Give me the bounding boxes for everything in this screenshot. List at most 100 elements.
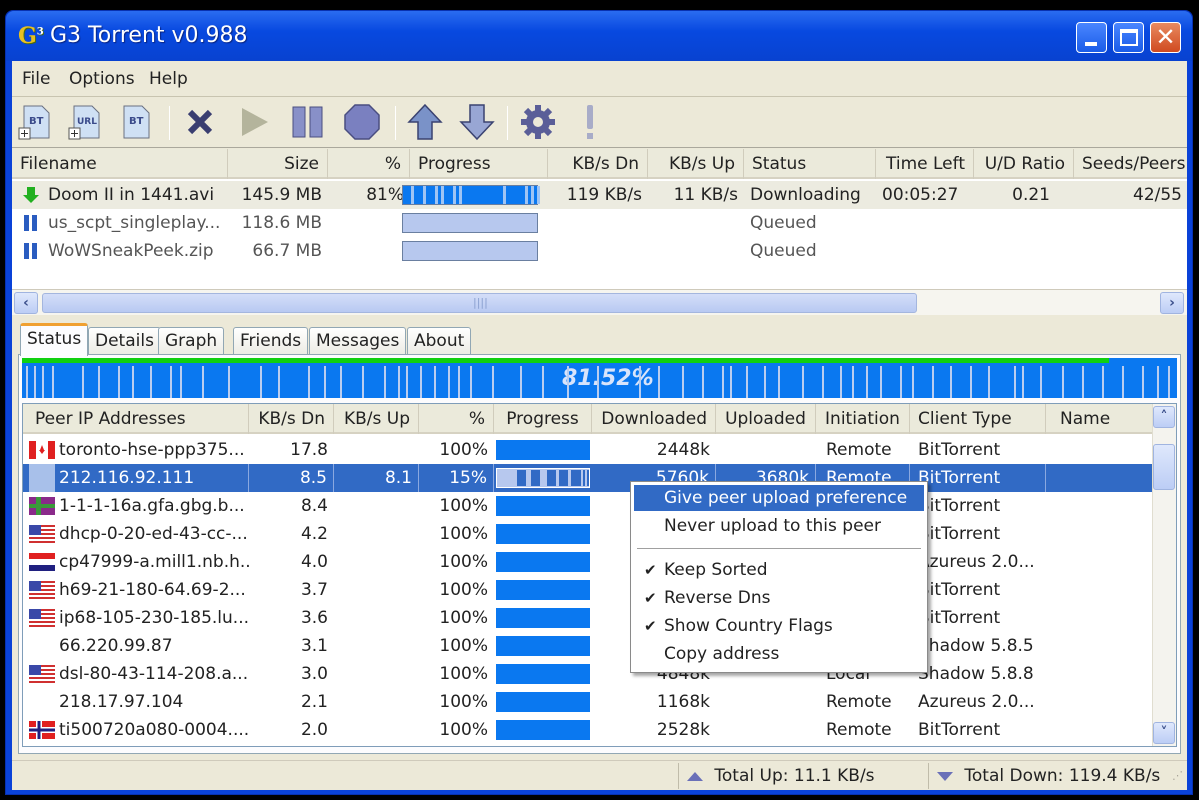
col-filename[interactable]: Filename bbox=[12, 149, 228, 179]
peer-row[interactable]: 66.220.99.87 3.1 100% Shadow 5.8.5 bbox=[23, 632, 1153, 660]
col-peer-ip[interactable]: Peer IP Addresses bbox=[23, 404, 249, 434]
menu-item-show-country-flags[interactable]: ✔ Show Country Flags bbox=[634, 613, 924, 639]
menu-item-give-peer-upload-preference[interactable]: Give peer upload preference bbox=[634, 485, 924, 511]
piece-progress-bar: 81.52% bbox=[22, 358, 1177, 398]
col-ud-ratio[interactable]: U/D Ratio bbox=[974, 149, 1074, 179]
col-seeds-peers[interactable]: Seeds/Peers bbox=[1074, 149, 1187, 179]
title-bar[interactable]: G3 G3 Torrent v0.988 ✕ bbox=[6, 11, 1192, 61]
torrent-row[interactable]: WoWSneakPeek.zip 66.7 MB Queued bbox=[12, 237, 1187, 265]
peer-name bbox=[1046, 548, 1153, 576]
peer-address: toronto-hse-ppp375... bbox=[59, 440, 245, 460]
peer-up-rate bbox=[334, 660, 419, 688]
peer-row[interactable]: dsl-80-43-114-208.a... 3.0 100% 4848k Local S… bbox=[23, 660, 1153, 688]
col-time-left[interactable]: Time Left bbox=[876, 149, 974, 179]
torrent-list: Filename Size % Progress KB/s Dn KB/s Up… bbox=[12, 149, 1187, 289]
peer-up-rate bbox=[334, 548, 419, 576]
menu-item-label: Give peer upload preference bbox=[664, 488, 908, 508]
peer-row[interactable]: 218.17.97.104 2.1 100% 1168k Remote Azureus 2… bbox=[23, 688, 1153, 716]
col-percent[interactable]: % bbox=[328, 149, 410, 179]
menu-item-never-upload-to-this-peer[interactable]: Never upload to this peer bbox=[634, 513, 924, 539]
hscroll-thumb[interactable]: |||| bbox=[42, 293, 917, 313]
tab-status[interactable]: Status bbox=[20, 323, 89, 356]
menu-item-reverse-dns[interactable]: ✔ Reverse Dns bbox=[634, 585, 924, 611]
col-peer-progress[interactable]: Progress bbox=[494, 404, 592, 434]
arrow-up-icon bbox=[407, 103, 443, 140]
missing-piece bbox=[1157, 366, 1159, 398]
menu-help[interactable]: Help bbox=[149, 69, 188, 89]
menu-item-keep-sorted[interactable]: ✔ Keep Sorted bbox=[634, 557, 924, 583]
peer-dn-rate: 4.0 bbox=[300, 552, 328, 572]
move-up-button[interactable] bbox=[405, 102, 445, 142]
settings-button[interactable] bbox=[518, 102, 558, 142]
missing-piece bbox=[434, 366, 436, 398]
col-size[interactable]: Size bbox=[228, 149, 328, 179]
peer-percent: 100% bbox=[439, 580, 488, 600]
col-client-type[interactable]: Client Type bbox=[910, 404, 1046, 434]
col-name[interactable]: Name bbox=[1046, 404, 1153, 434]
add-torrent-url-button[interactable]: URL bbox=[66, 102, 106, 142]
minimize-button[interactable] bbox=[1076, 22, 1107, 53]
missing-piece bbox=[308, 366, 310, 398]
peer-percent: 100% bbox=[439, 664, 488, 684]
col-kbs-up[interactable]: KB/s Up bbox=[648, 149, 744, 179]
missing-piece bbox=[458, 366, 460, 398]
torrent-row[interactable]: us_scpt_singleplay... 118.6 MB Queued bbox=[12, 209, 1187, 237]
missing-piece bbox=[26, 366, 28, 398]
vscroll-thumb[interactable] bbox=[1153, 444, 1175, 490]
col-downloaded[interactable]: Downloaded bbox=[592, 404, 716, 434]
missing-piece bbox=[1062, 366, 1064, 398]
col-initiation[interactable]: Initiation bbox=[816, 404, 910, 434]
peer-name bbox=[1046, 716, 1153, 744]
tab-friends[interactable]: Friends bbox=[233, 327, 309, 355]
start-button[interactable] bbox=[234, 102, 274, 142]
col-peer-percent[interactable]: % bbox=[419, 404, 494, 434]
close-button[interactable]: ✕ bbox=[1150, 22, 1181, 53]
torrent-filename: us_scpt_singleplay... bbox=[48, 213, 221, 233]
peer-row[interactable]: cp47999-a.mill1.nb.h... 4.0 100% Azureus 2.… bbox=[23, 548, 1153, 576]
maximize-button[interactable] bbox=[1113, 22, 1144, 53]
menu-options[interactable]: Options bbox=[69, 69, 135, 89]
torrent-dn-rate bbox=[548, 237, 648, 265]
tab-messages[interactable]: Messages bbox=[309, 327, 407, 355]
scroll-up-button[interactable]: ˄ bbox=[1153, 406, 1175, 428]
peer-row[interactable]: toronto-hse-ppp375... 17.8 100% 2448k Remote… bbox=[23, 436, 1153, 464]
pause-button[interactable] bbox=[288, 102, 328, 142]
move-down-button[interactable] bbox=[457, 102, 497, 142]
peer-list-vscrollbar[interactable]: ˄ ˅ bbox=[1152, 404, 1176, 746]
have-piece bbox=[517, 470, 526, 486]
peer-row[interactable]: h69-21-180-64.69-2... 3.7 100% BitTorrent bbox=[23, 576, 1153, 604]
remove-button[interactable] bbox=[180, 102, 220, 142]
peer-row[interactable]: 212.116.92.111 8.5 8.1 15% 5760k 3680k Remote B… bbox=[23, 464, 1153, 492]
create-torrent-button[interactable]: BT bbox=[116, 102, 156, 142]
col-progress[interactable]: Progress bbox=[410, 149, 548, 179]
tab-about[interactable]: About bbox=[407, 327, 472, 355]
resize-grip-icon[interactable]: ⋰ bbox=[1172, 769, 1183, 782]
col-peer-up[interactable]: KB/s Up bbox=[334, 404, 419, 434]
peer-row[interactable]: ti500720a080-0004.... 2.0 100% 2528k Remote B… bbox=[23, 716, 1153, 744]
col-uploaded[interactable]: Uploaded bbox=[716, 404, 816, 434]
add-torrent-file-button[interactable]: BT bbox=[16, 102, 56, 142]
alert-button[interactable] bbox=[570, 102, 610, 142]
col-kbs-dn[interactable]: KB/s Dn bbox=[548, 149, 648, 179]
toolbar-separator bbox=[169, 106, 170, 140]
scroll-down-button[interactable]: ˅ bbox=[1153, 722, 1175, 744]
torrent-row[interactable]: Doom II in 1441.avi 145.9 MB 81% 119 KB/s 11… bbox=[12, 181, 1187, 209]
col-status[interactable]: Status bbox=[744, 149, 876, 179]
peer-percent: 100% bbox=[439, 524, 488, 544]
col-peer-dn[interactable]: KB/s Dn bbox=[249, 404, 334, 434]
missing-piece bbox=[398, 366, 400, 398]
missing-piece bbox=[970, 366, 972, 398]
peer-row[interactable]: 1-1-1-16a.gfa.gbg.b... 8.4 100% BitTorrent bbox=[23, 492, 1153, 520]
peer-dn-rate: 8.5 bbox=[249, 464, 334, 492]
tab-graph[interactable]: Graph bbox=[158, 327, 225, 355]
scroll-right-button[interactable]: › bbox=[1160, 292, 1184, 314]
torrent-list-hscrollbar[interactable]: ‹ |||| › bbox=[12, 289, 1187, 315]
menu-file[interactable]: File bbox=[22, 69, 50, 89]
tab-details[interactable]: Details bbox=[88, 327, 161, 355]
scroll-left-button[interactable]: ‹ bbox=[14, 292, 38, 314]
peer-row[interactable]: ip68-105-230-185.lu.... 3.6 100% BitTorrent bbox=[23, 604, 1153, 632]
peer-row[interactable]: dhcp-0-20-ed-43-cc-... 4.2 100% BitTorrent bbox=[23, 520, 1153, 548]
peer-list: Peer IP Addresses KB/s Dn KB/s Up % Prog… bbox=[22, 403, 1177, 747]
menu-item-copy-address[interactable]: Copy address bbox=[634, 641, 924, 667]
stop-button[interactable] bbox=[342, 102, 382, 142]
